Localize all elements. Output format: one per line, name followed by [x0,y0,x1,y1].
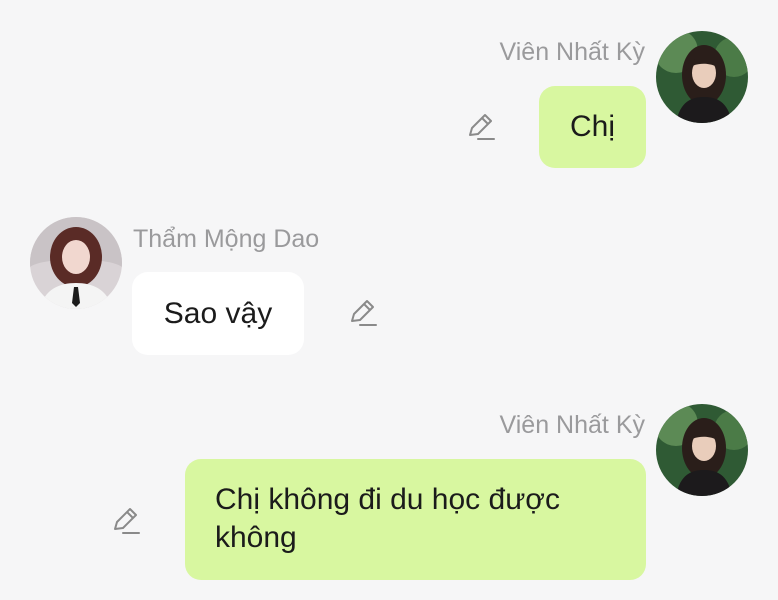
message-text: Chị [569,110,615,143]
chat-thread: Viên Nhất Kỳ Chị Thẩm Mộng Dao Sao vậy V… [0,0,778,600]
avatar-vien-nhat-ky[interactable] [656,31,748,123]
avatar-tham-mong-dao[interactable] [30,217,122,309]
pencil-edit-icon[interactable] [346,297,378,329]
sender-name: Thẩm Mộng Dao [133,225,320,253]
pencil-edit-icon[interactable] [464,111,496,143]
message-text: Sao vậy [163,296,273,330]
message-text: Chị không đi du học được không [215,483,560,554]
message-bubble[interactable]: Chị [539,86,646,168]
sender-name: Viên Nhất Kỳ [499,38,645,66]
message-bubble[interactable]: Sao vậy [132,272,304,355]
pencil-edit-icon[interactable] [109,505,141,537]
sender-name: Viên Nhất Kỳ [499,411,645,439]
message-bubble[interactable]: Chị không đi du học được không [185,459,646,580]
avatar-vien-nhat-ky[interactable] [656,404,748,496]
